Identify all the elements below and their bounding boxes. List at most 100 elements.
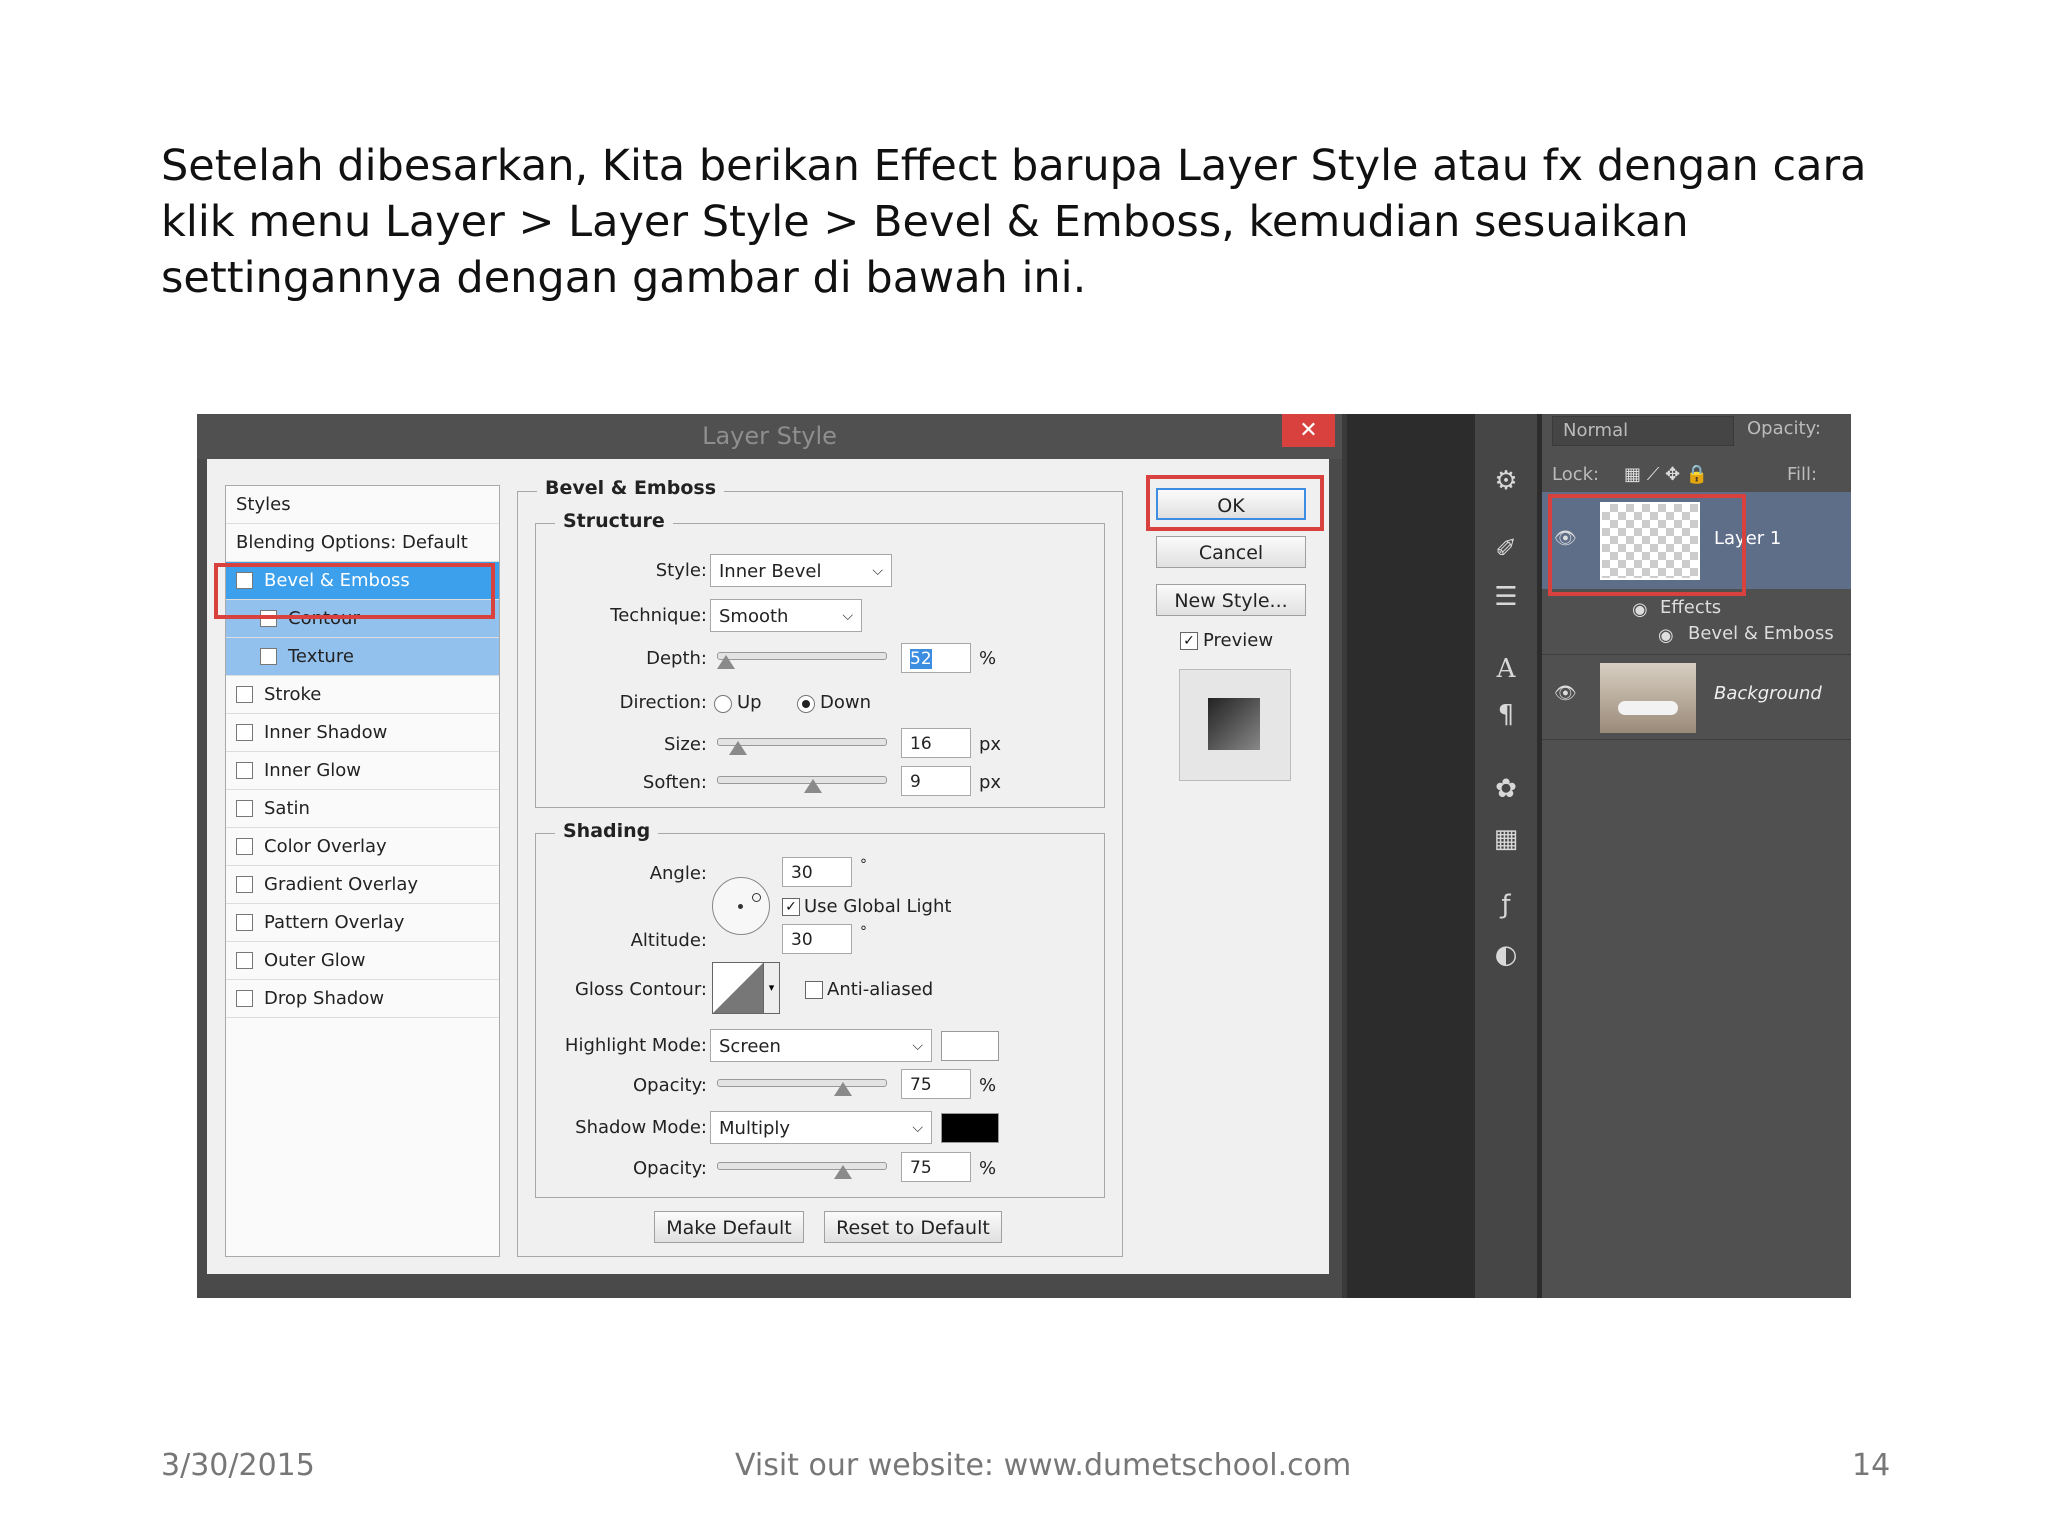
- layers-panel: Normal Opacity: Lock: ▦ ⟋ ✥ 🔒 Fill: 👁 La…: [1542, 414, 1851, 1298]
- checkbox[interactable]: [236, 838, 253, 855]
- info-icon[interactable]: ⚙: [1475, 466, 1537, 496]
- size-label: Size:: [663, 734, 707, 755]
- highlight-mode-label: Highlight Mode:: [564, 1035, 707, 1056]
- soften-label: Soften:: [642, 772, 707, 793]
- adjustments-icon[interactable]: ◐: [1475, 940, 1537, 970]
- checkbox[interactable]: [236, 952, 253, 969]
- reset-to-default-button[interactable]: Reset to Default: [824, 1211, 1002, 1243]
- highlight-opacity-slider[interactable]: [717, 1079, 887, 1087]
- size-unit: px: [979, 734, 1002, 755]
- shadow-color-swatch[interactable]: [941, 1113, 999, 1143]
- highlight-mode-select[interactable]: Screen ⌵: [710, 1029, 932, 1062]
- shadow-opacity-slider[interactable]: [717, 1162, 887, 1170]
- highlight-opacity-label: Opacity:: [633, 1075, 707, 1096]
- checkbox[interactable]: [236, 990, 253, 1007]
- technique-select[interactable]: Smooth ⌵: [710, 599, 862, 632]
- cancel-button[interactable]: Cancel: [1156, 536, 1306, 568]
- style-item-color-overlay[interactable]: Color Overlay: [226, 828, 499, 866]
- checkbox[interactable]: [236, 762, 253, 779]
- styles-header: Styles: [226, 486, 499, 524]
- style-preview-box: [1179, 669, 1291, 781]
- depth-slider[interactable]: [717, 652, 887, 660]
- highlight-opacity-unit: %: [979, 1075, 997, 1096]
- global-light-checkbox[interactable]: ✓: [782, 898, 800, 916]
- style-item-inner-shadow[interactable]: Inner Shadow: [226, 714, 499, 752]
- style-select[interactable]: Inner Bevel ⌵: [710, 554, 892, 587]
- style-item-pattern-overlay[interactable]: Pattern Overlay: [226, 904, 499, 942]
- highlight-color-swatch[interactable]: [941, 1031, 999, 1061]
- blend-mode-select[interactable]: Normal: [1552, 416, 1734, 446]
- shadow-opacity-label: Opacity:: [633, 1158, 707, 1179]
- technique-label: Technique:: [610, 605, 707, 626]
- checkbox[interactable]: [236, 800, 253, 817]
- altitude-label: Altitude:: [630, 930, 707, 951]
- style-label: Style:: [655, 560, 707, 581]
- depth-unit: %: [979, 648, 997, 669]
- size-input[interactable]: 16: [901, 728, 971, 758]
- highlight-opacity-thumb[interactable]: [834, 1082, 852, 1096]
- soften-input[interactable]: 9: [901, 766, 971, 796]
- style-item-outer-glow[interactable]: Outer Glow: [226, 942, 499, 980]
- altitude-input[interactable]: 30: [782, 924, 852, 954]
- lock-icons[interactable]: ▦ ⟋ ✥ 🔒: [1624, 464, 1708, 485]
- adjust-icon[interactable]: ☰: [1475, 582, 1537, 612]
- angle-dial-center: [738, 904, 743, 909]
- swatches-icon[interactable]: ✿: [1475, 774, 1537, 804]
- layer-row-background[interactable]: 👁 Background: [1542, 654, 1851, 740]
- highlight-opacity-input[interactable]: 75: [901, 1069, 971, 1099]
- grid-icon[interactable]: ▦: [1475, 824, 1537, 854]
- make-default-button[interactable]: Make Default: [654, 1211, 804, 1243]
- background-thumbnail: [1600, 663, 1696, 733]
- bevel-emboss-title: Bevel & Emboss: [537, 477, 724, 499]
- checkbox[interactable]: [260, 648, 277, 665]
- checkbox[interactable]: [236, 724, 253, 741]
- checkbox[interactable]: [236, 914, 253, 931]
- direction-down-radio[interactable]: [797, 695, 815, 713]
- style-preview-swatch: [1208, 698, 1260, 750]
- soften-slider-thumb[interactable]: [804, 779, 822, 793]
- altitude-degree: °: [860, 924, 867, 940]
- direction-up-label: Up: [737, 692, 762, 713]
- depth-input[interactable]: 52: [901, 643, 971, 673]
- eye-icon[interactable]: 👁: [1554, 683, 1577, 704]
- style-item-texture[interactable]: Texture: [226, 638, 499, 676]
- gloss-contour-dropdown[interactable]: ▾: [763, 962, 780, 1014]
- direction-up-radio[interactable]: [714, 695, 732, 713]
- paragraph-icon[interactable]: ¶: [1475, 700, 1537, 730]
- shadow-mode-select[interactable]: Multiply ⌵: [710, 1111, 932, 1144]
- background-layer-name: Background: [1714, 683, 1822, 704]
- styles-icon[interactable]: ƒ: [1475, 890, 1537, 920]
- gloss-contour-preview[interactable]: [712, 962, 764, 1014]
- lock-label: Lock:: [1552, 464, 1600, 485]
- soften-slider[interactable]: [717, 776, 887, 784]
- angle-dial-handle[interactable]: [752, 893, 761, 902]
- eye-icon[interactable]: ◉: [1658, 625, 1674, 646]
- shading-title: Shading: [555, 820, 659, 842]
- depth-slider-thumb[interactable]: [717, 655, 735, 669]
- style-item-satin[interactable]: Satin: [226, 790, 499, 828]
- angle-dial[interactable]: [712, 877, 770, 935]
- size-slider-thumb[interactable]: [729, 741, 747, 755]
- angle-input[interactable]: 30: [782, 857, 852, 887]
- footer-page-number: 14: [1852, 1448, 1891, 1483]
- gloss-contour-label: Gloss Contour:: [574, 979, 707, 1000]
- anti-aliased-label: Anti-aliased: [827, 979, 934, 1000]
- style-item-stroke[interactable]: Stroke: [226, 676, 499, 714]
- character-icon[interactable]: A: [1475, 654, 1537, 684]
- checkbox[interactable]: [236, 876, 253, 893]
- style-item-drop-shadow[interactable]: Drop Shadow: [226, 980, 499, 1018]
- style-item-inner-glow[interactable]: Inner Glow: [226, 752, 499, 790]
- blending-options-item[interactable]: Blending Options: Default: [226, 524, 499, 562]
- new-style-button[interactable]: New Style...: [1156, 584, 1306, 616]
- eye-icon[interactable]: ◉: [1632, 599, 1648, 620]
- opacity-label: Opacity:: [1747, 418, 1821, 439]
- close-button[interactable]: ✕: [1282, 414, 1335, 447]
- layer1-highlight-annotation: [1548, 494, 1746, 596]
- shadow-opacity-input[interactable]: 75: [901, 1152, 971, 1182]
- anti-aliased-checkbox[interactable]: [805, 981, 823, 999]
- brush-icon[interactable]: ✐: [1475, 534, 1537, 564]
- style-item-gradient-overlay[interactable]: Gradient Overlay: [226, 866, 499, 904]
- shadow-opacity-thumb[interactable]: [834, 1165, 852, 1179]
- preview-checkbox[interactable]: ✓: [1180, 632, 1198, 650]
- checkbox[interactable]: [236, 686, 253, 703]
